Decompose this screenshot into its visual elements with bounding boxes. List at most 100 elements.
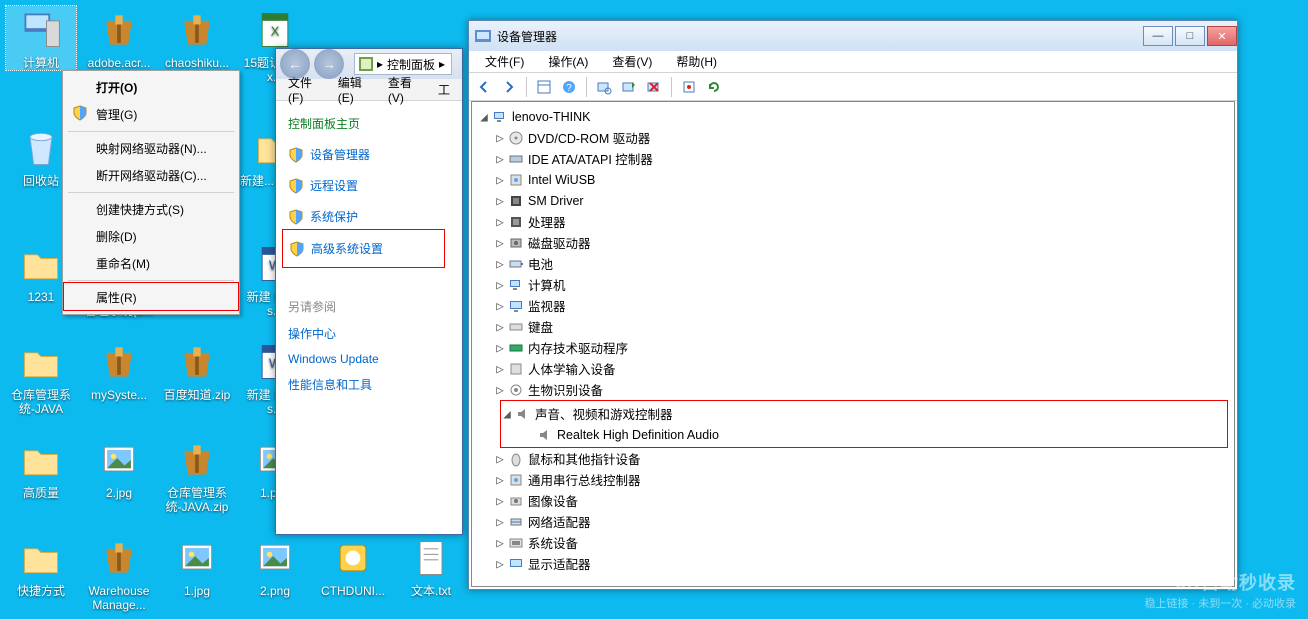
tree-root[interactable]: ◢lenovo-THINK (478, 106, 1228, 127)
tree-twisty[interactable]: ▷ (494, 451, 506, 466)
tree-twisty[interactable]: ▷ (494, 382, 506, 397)
minimize-button[interactable]: — (1143, 26, 1173, 46)
desktop-icon-1jpg[interactable]: 1.jpg (162, 534, 232, 598)
tree-node[interactable]: ▷DVD/CD-ROM 驱动器 (494, 127, 1228, 148)
menu-item[interactable]: 操作(A) (536, 53, 600, 70)
menu-item[interactable]: 查看(V) (600, 53, 664, 70)
desktop-icon-wenben[interactable]: 文本.txt (396, 534, 466, 598)
address-bar[interactable]: ▸ 控制面板 ▸ (354, 53, 452, 75)
tree-node[interactable]: ▷系统设备 (494, 532, 1228, 553)
tree-node[interactable]: ▷显示适配器 (494, 553, 1228, 574)
tree-node-realtek[interactable]: Realtek High Definition Audio (501, 424, 1227, 445)
tree-twisty[interactable]: ▷ (494, 277, 506, 292)
desktop-icon-cangku2[interactable]: 仓库管理系统-JAVA.zip (162, 436, 232, 515)
link-device-manager[interactable]: 设备管理器 (288, 146, 439, 163)
context-menu-item[interactable]: 属性(R) (66, 284, 236, 311)
desktop-icon-cangku[interactable]: 仓库管理系统-JAVA (6, 338, 76, 417)
tree-node[interactable]: ▷人体学输入设备 (494, 358, 1228, 379)
tree-node[interactable]: ▷图像设备 (494, 490, 1228, 511)
tree-twisty[interactable]: ▷ (494, 535, 506, 550)
toolbar-update-icon[interactable] (618, 76, 640, 98)
menu-item[interactable]: 帮助(H) (664, 53, 729, 70)
tree-twisty[interactable]: ▷ (494, 151, 506, 166)
context-menu-item[interactable]: 打开(O) (66, 74, 236, 101)
desktop-icon-cthduni[interactable]: CTHDUNI... (318, 534, 388, 598)
context-menu-item[interactable]: 删除(D) (66, 223, 236, 250)
tree-node[interactable]: ▷SM Driver (494, 190, 1228, 211)
desktop-icon-warehouse[interactable]: Warehouse Manage... (84, 534, 154, 613)
link-system-protection[interactable]: 系统保护 (288, 208, 439, 225)
tree-node[interactable]: ▷生物识别设备 (494, 379, 1228, 400)
nav-forward-button[interactable]: → (314, 49, 344, 79)
toolbar-show-hide-icon[interactable] (533, 76, 555, 98)
toolbar-scan-icon[interactable] (593, 76, 615, 98)
close-button[interactable]: ✕ (1207, 26, 1237, 46)
tree-node[interactable]: ▷IDE ATA/ATAPI 控制器 (494, 148, 1228, 169)
link-control-panel-home[interactable]: 控制面板主页 (288, 115, 439, 132)
tree-node[interactable]: ▷监视器 (494, 295, 1228, 316)
toolbar-uninstall-icon[interactable] (643, 76, 665, 98)
context-menu-item[interactable]: 重命名(M) (66, 250, 236, 277)
desktop-icon-baidu[interactable]: 百度知道.zip (162, 338, 232, 402)
tree-twisty[interactable]: ▷ (494, 493, 506, 508)
tree-node[interactable]: ▷处理器 (494, 211, 1228, 232)
see-also-link[interactable]: 操作中心 (288, 325, 439, 342)
tree-twisty[interactable]: ▷ (494, 472, 506, 487)
context-menu-item[interactable]: 断开网络驱动器(C)... (66, 162, 236, 189)
tree-twisty[interactable]: ▷ (494, 172, 506, 187)
tree-twisty[interactable]: ▷ (494, 514, 506, 529)
tree-twisty[interactable]: ◢ (501, 406, 513, 421)
tree-twisty[interactable]: ▷ (494, 556, 506, 571)
tree-twisty[interactable]: ▷ (494, 130, 506, 145)
tree-twisty[interactable]: ▷ (494, 193, 506, 208)
tree-node[interactable]: ▷计算机 (494, 274, 1228, 295)
tree-node[interactable]: ▷Intel WiUSB (494, 169, 1228, 190)
tree-node[interactable]: ▷内存技术驱动程序 (494, 337, 1228, 358)
tree-twisty[interactable]: ▷ (494, 214, 506, 229)
toolbar-refresh-icon[interactable] (703, 76, 725, 98)
context-menu-item[interactable]: 映射网络驱动器(N)... (66, 135, 236, 162)
device-tree[interactable]: ◢lenovo-THINK▷DVD/CD-ROM 驱动器▷IDE ATA/ATA… (471, 101, 1235, 587)
link-sysprotect-label: 系统保护 (310, 208, 358, 225)
tree-node[interactable]: ▷键盘 (494, 316, 1228, 337)
desktop-icon-computer[interactable]: 计算机 (6, 6, 76, 70)
device-manager-titlebar[interactable]: 设备管理器 — □ ✕ (469, 21, 1237, 51)
tree-twisty[interactable]: ▷ (494, 256, 506, 271)
tree-node-sound[interactable]: ◢声音、视频和游戏控制器 (501, 403, 1227, 424)
tree-node[interactable]: ▷电池 (494, 253, 1228, 274)
desktop-icon-2png[interactable]: 2.png (240, 534, 310, 598)
tree-twisty[interactable]: ▷ (494, 298, 506, 313)
desktop-icon-2jpg[interactable]: 2.jpg (84, 436, 154, 500)
link-advanced-system-settings[interactable]: 高级系统设置 (289, 240, 438, 257)
link-remote-settings[interactable]: 远程设置 (288, 177, 439, 194)
desktop-icon-gaozhiliang[interactable]: 高质量 (6, 436, 76, 500)
nav-back-button[interactable]: ← (280, 49, 310, 79)
desktop-icon-kuaijie[interactable]: 快捷方式 (6, 534, 76, 598)
desktop-icon-chaoshiku[interactable]: chaoshiku... (162, 6, 232, 70)
see-also-link[interactable]: 性能信息和工具 (288, 376, 439, 393)
tree-node[interactable]: ▷网络适配器 (494, 511, 1228, 532)
tree-twisty[interactable]: ▷ (494, 319, 506, 334)
desktop-icon-mysystem[interactable]: mySyste... (84, 338, 154, 402)
tree-twisty[interactable]: ▷ (494, 340, 506, 355)
tree-node[interactable]: ▷通用串行总线控制器 (494, 469, 1228, 490)
breadcrumb-sep[interactable]: ▸ (377, 57, 383, 71)
tree-twisty[interactable]: ▷ (494, 235, 506, 250)
see-also-link[interactable]: Windows Update (288, 352, 439, 366)
tree-twisty[interactable]: ▷ (494, 361, 506, 376)
context-menu-item[interactable]: 管理(G) (66, 101, 236, 128)
tree-twisty[interactable]: ◢ (478, 109, 490, 124)
tree-node[interactable]: ▷磁盘驱动器 (494, 232, 1228, 253)
menu-item[interactable]: 文件(F) (473, 53, 536, 70)
menu-item[interactable]: 工 (426, 81, 462, 98)
maximize-button[interactable]: □ (1175, 26, 1205, 46)
toolbar-help-icon[interactable]: ? (558, 76, 580, 98)
context-menu-item[interactable]: 创建快捷方式(S) (66, 196, 236, 223)
desktop-icon-adobe[interactable]: adobe.acr... (84, 6, 154, 70)
breadcrumb-sep[interactable]: ▸ (439, 57, 445, 71)
toolbar-back-icon[interactable] (473, 76, 495, 98)
toolbar-forward-icon[interactable] (498, 76, 520, 98)
breadcrumb-item[interactable]: 控制面板 (387, 56, 435, 73)
toolbar-properties-icon[interactable] (678, 76, 700, 98)
tree-node[interactable]: ▷鼠标和其他指针设备 (494, 448, 1228, 469)
